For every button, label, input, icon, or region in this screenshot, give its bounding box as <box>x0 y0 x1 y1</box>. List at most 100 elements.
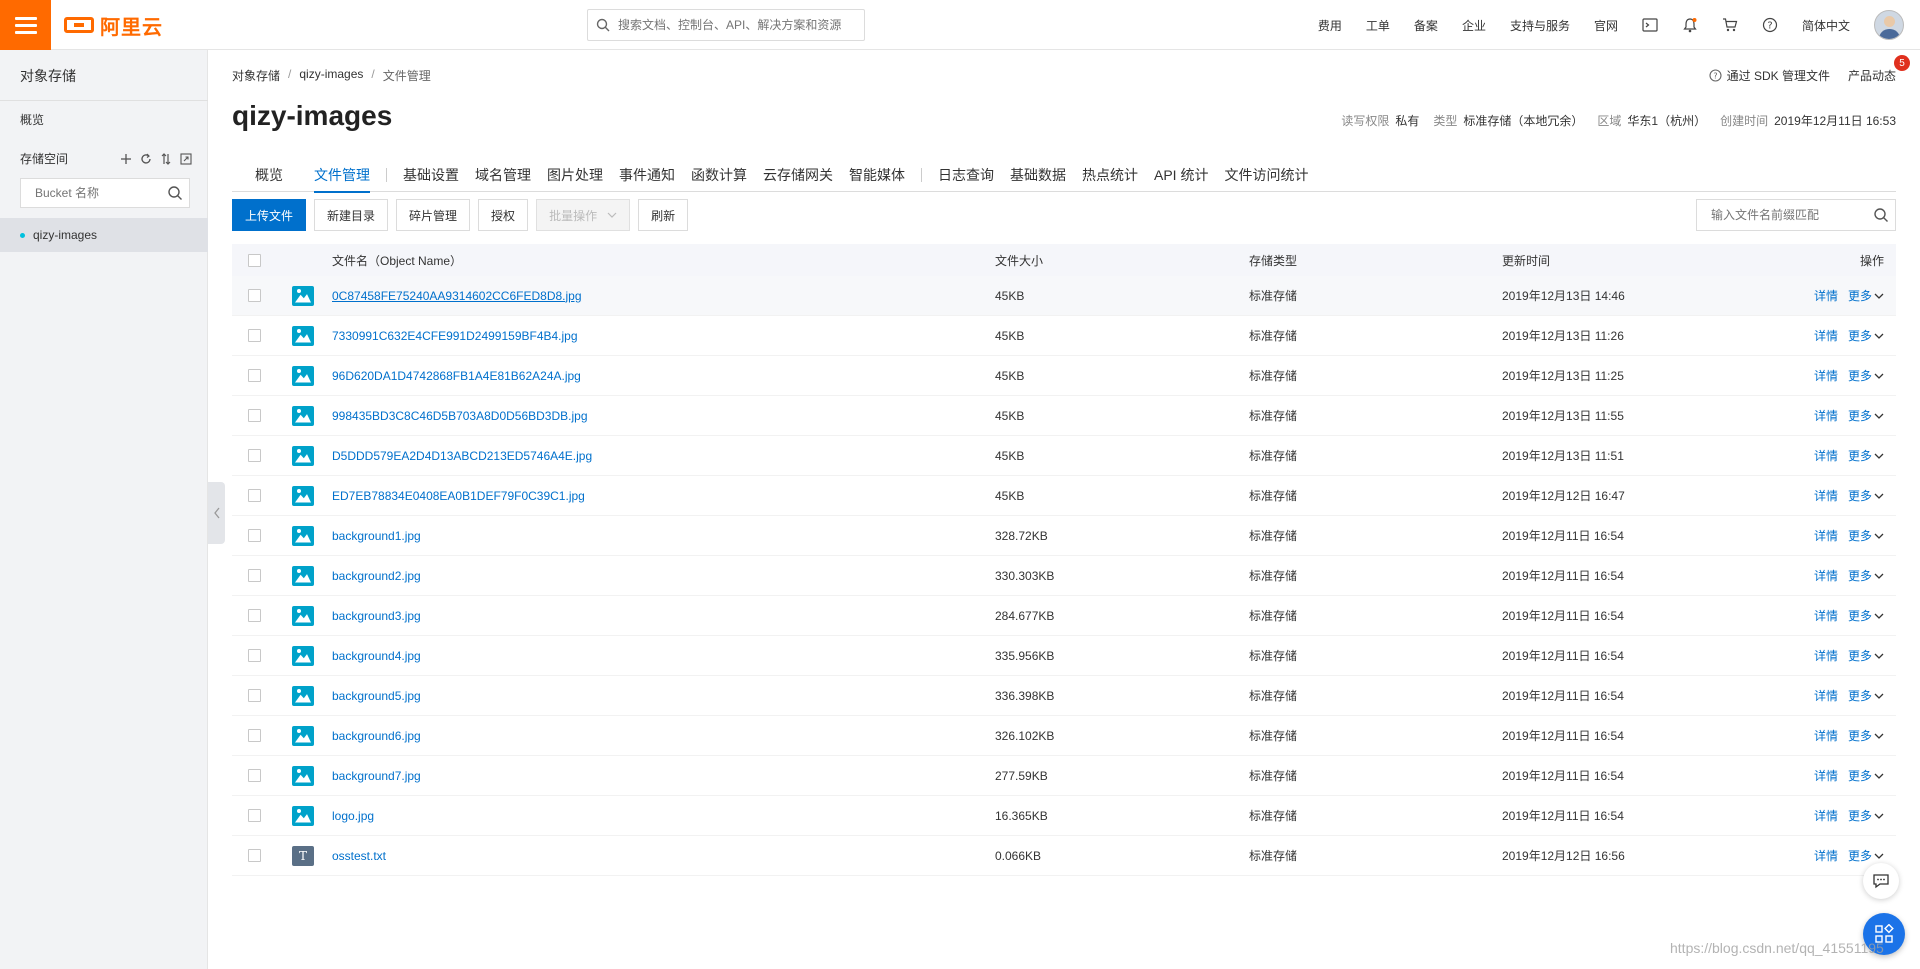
more-dropdown[interactable]: 更多 <box>1848 287 1884 304</box>
detail-link[interactable]: 详情 <box>1814 487 1838 504</box>
more-dropdown[interactable]: 更多 <box>1848 647 1884 664</box>
detail-link[interactable]: 详情 <box>1814 447 1838 464</box>
tab-event-notification[interactable]: 事件通知 <box>611 158 683 192</box>
add-bucket-icon[interactable] <box>120 153 132 165</box>
more-dropdown[interactable]: 更多 <box>1848 687 1884 704</box>
detail-link[interactable]: 详情 <box>1814 327 1838 344</box>
search-icon[interactable] <box>1873 207 1889 223</box>
bell-icon[interactable] <box>1670 0 1710 50</box>
more-dropdown[interactable]: 更多 <box>1848 847 1884 864</box>
nav-icp-filing[interactable]: 备案 <box>1402 0 1450 50</box>
more-dropdown[interactable]: 更多 <box>1848 807 1884 824</box>
more-dropdown[interactable]: 更多 <box>1848 567 1884 584</box>
detail-link[interactable]: 详情 <box>1814 847 1838 864</box>
row-checkbox[interactable] <box>247 329 261 342</box>
tab-file-management[interactable]: 文件管理 <box>306 158 378 193</box>
more-dropdown[interactable]: 更多 <box>1848 727 1884 744</box>
detail-link[interactable]: 详情 <box>1814 607 1838 624</box>
table-row[interactable]: 96D620DA1D4742868FB1A4E81B62A24A.jpg 45KB… <box>232 356 1896 396</box>
file-name-link[interactable]: background1.jpg <box>332 529 421 543</box>
table-row[interactable]: D5DDD579EA2D4D13ABCD213ED5746A4E.jpg 45KB… <box>232 436 1896 476</box>
row-checkbox[interactable] <box>247 809 261 822</box>
cart-icon[interactable] <box>1710 0 1750 50</box>
row-checkbox[interactable] <box>247 449 261 462</box>
table-row[interactable]: background2.jpg 330.303KB 标准存储 2019年12月11日 … <box>232 556 1896 596</box>
file-name-link[interactable]: D5DDD579EA2D4D13ABCD213ED5746A4E.jpg <box>332 449 592 463</box>
aliyun-logo[interactable]: 阿里云 <box>64 12 163 39</box>
row-checkbox[interactable] <box>247 609 261 622</box>
table-row[interactable]: logo.jpg 16.365KB 标准存储 2019年12月11日 16:54 详情更… <box>232 796 1896 836</box>
file-prefix-search-input[interactable] <box>1711 208 1861 222</box>
bucket-search-input[interactable] <box>35 186 155 200</box>
tab-storage-gateway[interactable]: 云存储网关 <box>755 158 841 192</box>
tab-hotspot-stats[interactable]: 热点统计 <box>1074 158 1146 192</box>
tab-log-query[interactable]: 日志查询 <box>930 158 1002 192</box>
detail-link[interactable]: 详情 <box>1814 767 1838 784</box>
table-row[interactable]: background1.jpg 328.72KB 标准存储 2019年12月11日 1… <box>232 516 1896 556</box>
tab-domain-management[interactable]: 域名管理 <box>467 158 539 192</box>
nav-enterprise[interactable]: 企业 <box>1450 0 1498 50</box>
row-checkbox[interactable] <box>247 369 261 382</box>
file-name-link[interactable]: background3.jpg <box>332 609 421 623</box>
detail-link[interactable]: 详情 <box>1814 287 1838 304</box>
nav-tickets[interactable]: 工单 <box>1354 0 1402 50</box>
row-checkbox[interactable] <box>247 289 261 302</box>
row-checkbox[interactable] <box>247 529 261 542</box>
file-name-link[interactable]: background2.jpg <box>332 569 421 583</box>
nav-support[interactable]: 支持与服务 <box>1498 0 1582 50</box>
sort-icon[interactable] <box>160 152 172 165</box>
upload-file-button[interactable]: 上传文件 <box>232 199 307 231</box>
global-search-box[interactable] <box>587 9 865 41</box>
breadcrumb-oss[interactable]: 对象存储 <box>232 67 280 84</box>
file-name-link[interactable]: background5.jpg <box>332 689 421 703</box>
help-icon[interactable]: ? <box>1750 0 1790 50</box>
sdk-link[interactable]: ? 通过 SDK 管理文件 <box>1709 67 1830 84</box>
more-dropdown[interactable]: 更多 <box>1848 487 1884 504</box>
row-checkbox[interactable] <box>247 569 261 582</box>
new-directory-button[interactable]: 新建目录 <box>314 199 389 231</box>
detail-link[interactable]: 详情 <box>1814 527 1838 544</box>
row-checkbox[interactable] <box>247 689 261 702</box>
table-row[interactable]: background6.jpg 326.102KB 标准存储 2019年12月11日 … <box>232 716 1896 756</box>
batch-operations-button[interactable]: 批量操作 <box>536 199 631 231</box>
tab-basic-settings[interactable]: 基础设置 <box>395 158 467 192</box>
file-name-link[interactable]: background6.jpg <box>332 729 421 743</box>
more-dropdown[interactable]: 更多 <box>1848 607 1884 624</box>
table-row[interactable]: background5.jpg 336.398KB 标准存储 2019年12月11日 … <box>232 676 1896 716</box>
file-name-link[interactable]: logo.jpg <box>332 809 374 823</box>
expand-icon[interactable] <box>180 152 192 165</box>
table-row[interactable]: 998435BD3C8C46D5B703A8D0D56BD3DB.jpg 45KB… <box>232 396 1896 436</box>
table-row[interactable]: 7330991C632E4CFE991D2499159BF4B4.jpg 45KB… <box>232 316 1896 356</box>
table-row[interactable]: ED7EB78834E0408EA0B1DEF79F0C39C1.jpg 45KB… <box>232 476 1896 516</box>
hamburger-menu-icon[interactable] <box>0 0 51 50</box>
tab-function-compute[interactable]: 函数计算 <box>683 158 755 192</box>
select-all-checkbox[interactable] <box>247 253 261 267</box>
table-row[interactable]: background3.jpg 284.677KB 标准存储 2019年12月11日 … <box>232 596 1896 636</box>
nav-billing[interactable]: 费用 <box>1306 0 1354 50</box>
more-dropdown[interactable]: 更多 <box>1848 407 1884 424</box>
chat-float-button[interactable] <box>1863 863 1899 899</box>
row-checkbox[interactable] <box>247 649 261 662</box>
fragment-management-button[interactable]: 碎片管理 <box>396 199 471 231</box>
row-checkbox[interactable] <box>247 409 261 422</box>
detail-link[interactable]: 详情 <box>1814 807 1838 824</box>
table-row[interactable]: background4.jpg 335.956KB 标准存储 2019年12月11日 … <box>232 636 1896 676</box>
sidebar-item-bucket[interactable]: qizy-images <box>0 218 208 252</box>
file-name-link[interactable]: background7.jpg <box>332 769 421 783</box>
table-row[interactable]: Tosstest.txt 0.066KB 标准存储 2019年12月12日 16:56… <box>232 836 1896 876</box>
more-dropdown[interactable]: 更多 <box>1848 767 1884 784</box>
language-switch[interactable]: 简体中文 <box>1790 0 1862 50</box>
detail-link[interactable]: 详情 <box>1814 687 1838 704</box>
detail-link[interactable]: 详情 <box>1814 727 1838 744</box>
file-name-link[interactable]: 7330991C632E4CFE991D2499159BF4B4.jpg <box>332 329 578 343</box>
row-checkbox[interactable] <box>247 729 261 742</box>
file-name-link[interactable]: ED7EB78834E0408EA0B1DEF79F0C39C1.jpg <box>332 489 585 503</box>
more-dropdown[interactable]: 更多 <box>1848 327 1884 344</box>
row-checkbox[interactable] <box>247 769 261 782</box>
detail-link[interactable]: 详情 <box>1814 407 1838 424</box>
sidebar-item-overview[interactable]: 概览 <box>20 111 44 128</box>
more-dropdown[interactable]: 更多 <box>1848 527 1884 544</box>
tab-file-access-stats[interactable]: 文件访问统计 <box>1216 158 1316 192</box>
refresh-button[interactable]: 刷新 <box>638 199 689 231</box>
global-search-input[interactable] <box>618 18 848 32</box>
